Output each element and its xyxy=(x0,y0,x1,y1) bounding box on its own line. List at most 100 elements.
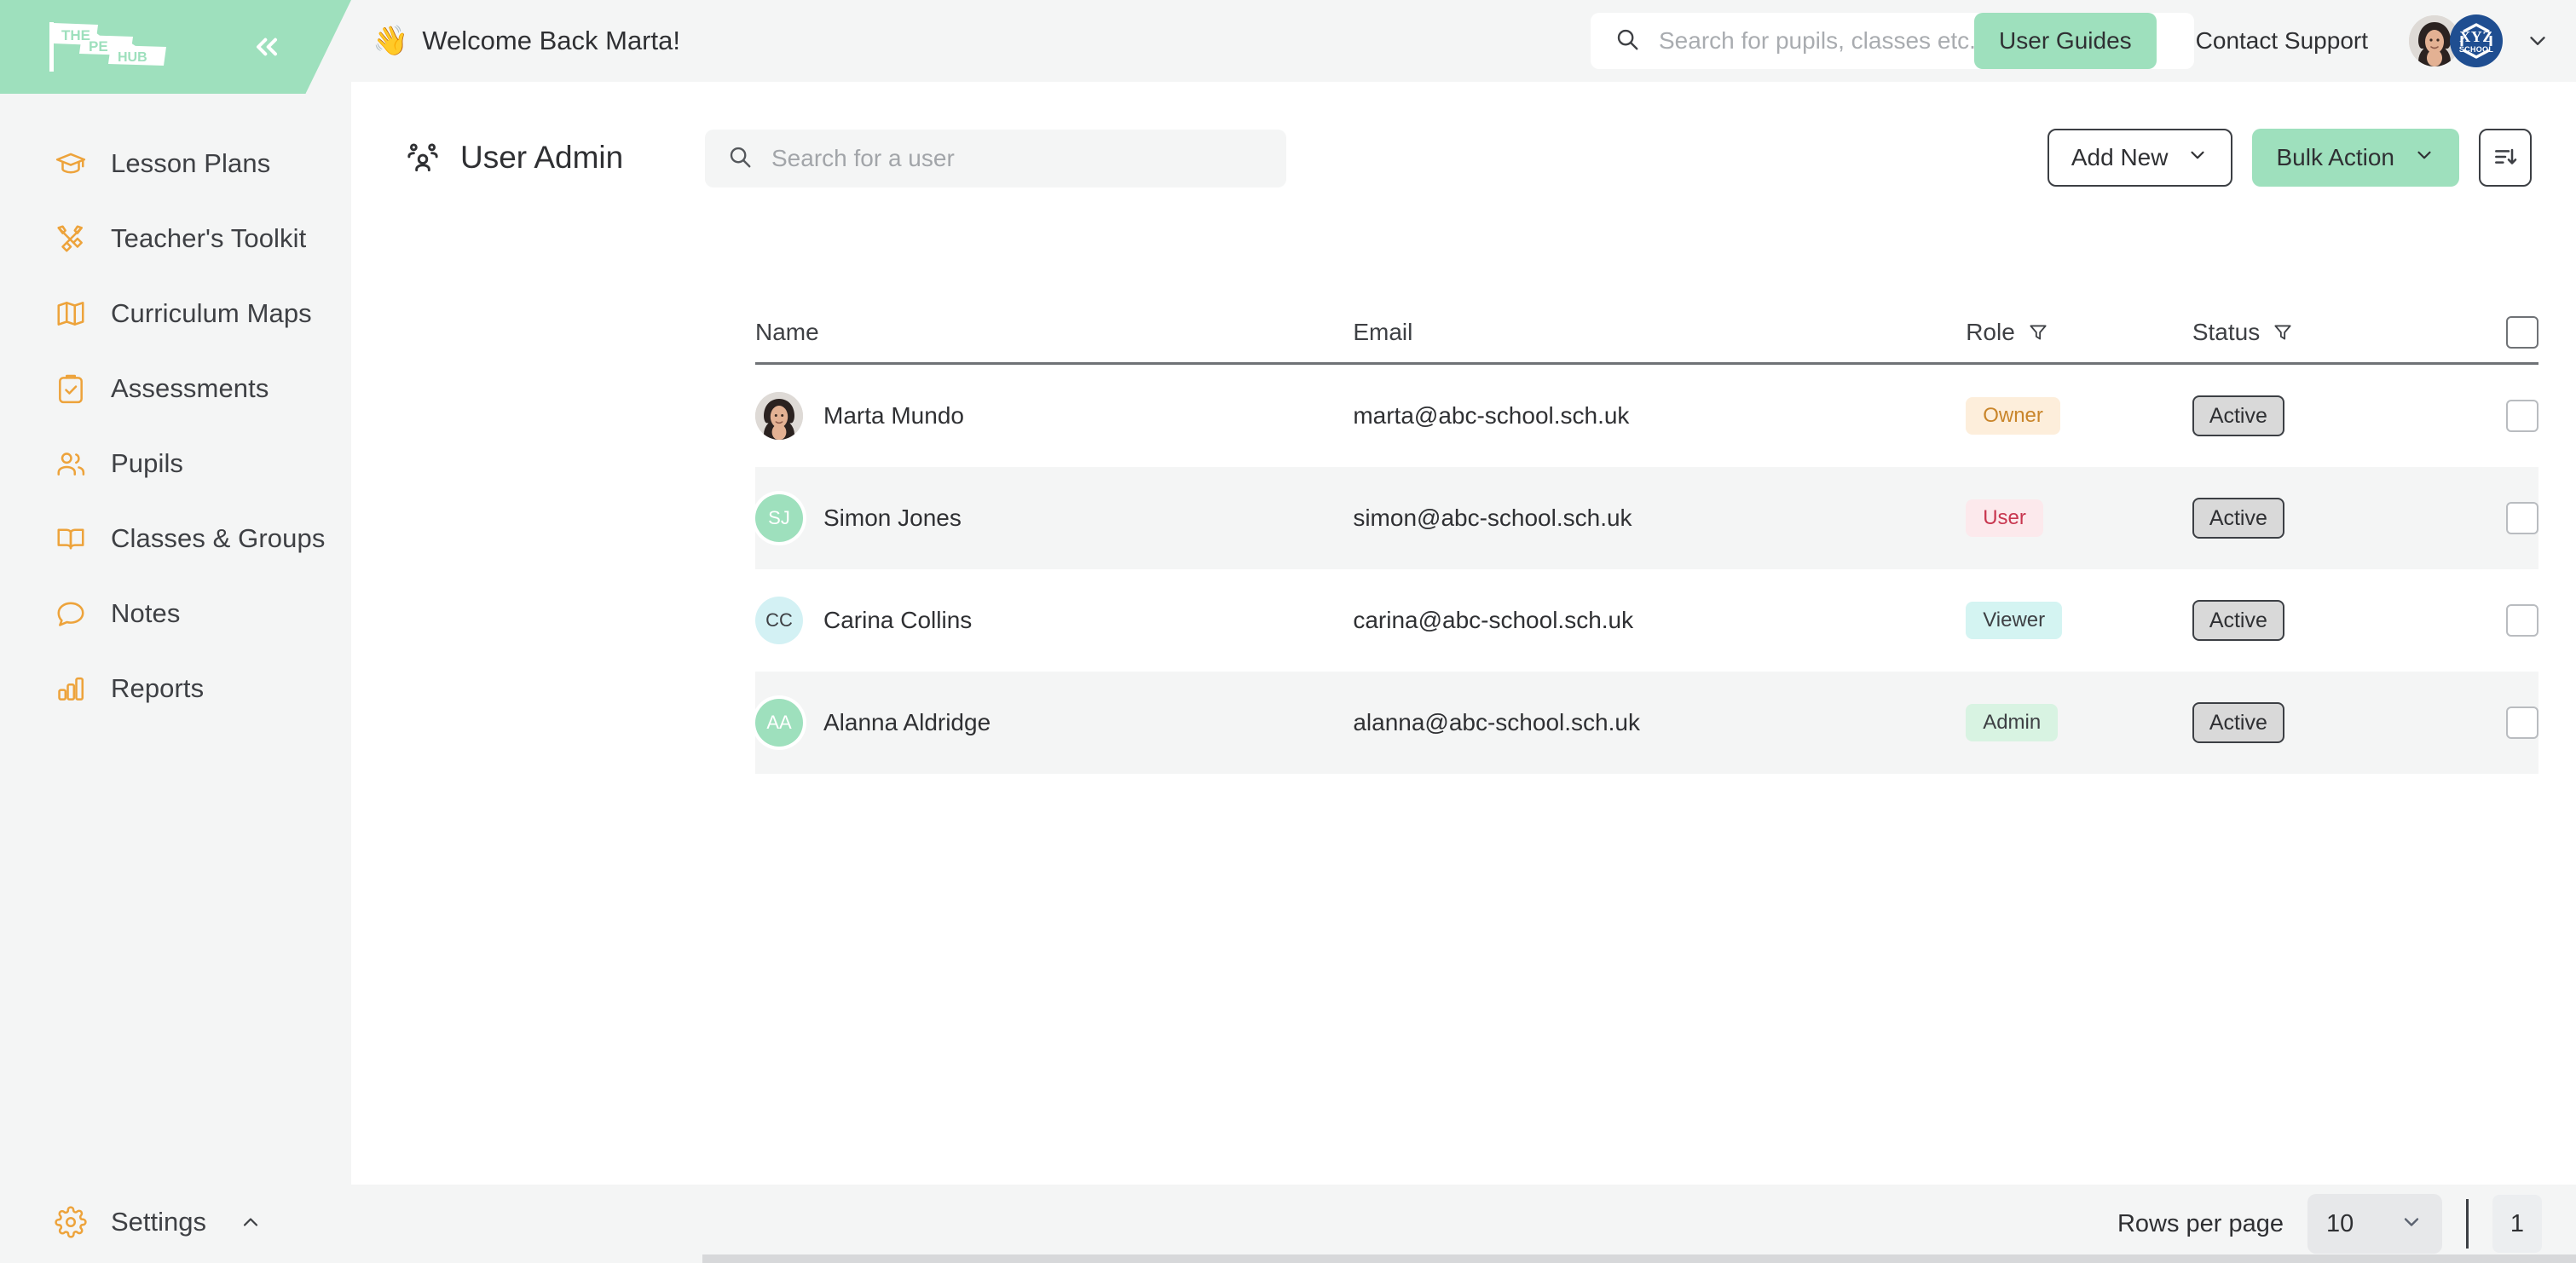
select-all-checkbox[interactable] xyxy=(2506,315,2538,349)
cell-role: Owner xyxy=(1966,397,2192,435)
graduation-cap-icon xyxy=(53,146,89,182)
sidebar-item-lesson-plans[interactable]: Lesson Plans xyxy=(0,126,351,201)
topbar-actions: User Guides Contact Support XYZ SCHOOL xyxy=(1974,0,2550,82)
status-badge[interactable]: Active xyxy=(2192,395,2284,436)
sidebar-item-label: Classes & Groups xyxy=(111,523,326,553)
chevron-down-icon xyxy=(2413,144,2435,172)
column-label: Email xyxy=(1353,318,1413,345)
bulk-action-button[interactable]: Bulk Action xyxy=(2252,129,2459,187)
cell-status: Active xyxy=(2192,702,2506,743)
chevron-down-icon xyxy=(2400,1210,2423,1238)
bar-chart-icon xyxy=(53,671,89,706)
sort-button[interactable] xyxy=(2479,129,2532,187)
row-checkbox[interactable] xyxy=(2506,604,2538,637)
cell-name: AA Alanna Aldridge xyxy=(755,699,1353,747)
status-badge[interactable]: Active xyxy=(2192,498,2284,539)
table-footer: Rows per page 10 1 xyxy=(351,1185,2576,1263)
bulk-action-label: Bulk Action xyxy=(2276,144,2394,170)
cell-role: Viewer xyxy=(1966,602,2192,639)
pe-hub-logo[interactable]: THE PE HUB xyxy=(44,17,185,77)
sidebar-item-curriculum-maps[interactable]: Curriculum Maps xyxy=(0,276,351,351)
cell-status: Active xyxy=(2192,498,2506,539)
row-checkbox[interactable] xyxy=(2506,400,2538,432)
row-checkbox[interactable] xyxy=(2506,706,2538,739)
role-badge: Viewer xyxy=(1966,602,2063,639)
page-title: User Admin xyxy=(460,140,624,175)
column-label: Status xyxy=(2192,318,2261,345)
chevron-up-icon[interactable] xyxy=(239,1210,263,1234)
sidebar-item-reports[interactable]: Reports xyxy=(0,651,351,726)
sidebar-item-assessments[interactable]: Assessments xyxy=(0,351,351,426)
content-area: 👋 Welcome Back Marta! User Guides Contac… xyxy=(351,0,2576,1263)
cell-name: Marta Mundo xyxy=(755,392,1353,440)
column-header-email[interactable]: Email xyxy=(1353,319,1966,346)
cell-email: alanna@abc-school.sch.uk xyxy=(1353,709,1640,735)
sidebar-item-notes[interactable]: Notes xyxy=(0,576,351,651)
open-book-icon xyxy=(53,521,89,557)
table-row[interactable]: CC Carina Collins carina@abc-school.sch.… xyxy=(755,569,2538,672)
account-avatars[interactable]: XYZ SCHOOL xyxy=(2409,14,2550,67)
rows-per-page-select[interactable]: 10 xyxy=(2307,1194,2442,1254)
sidebar-nav: Lesson Plans Teacher's Toolkit Curriculu… xyxy=(0,126,351,1181)
cell-name: SJ Simon Jones xyxy=(755,494,1353,542)
sidebar-item-label: Curriculum Maps xyxy=(111,298,312,328)
table-row[interactable]: AA Alanna Aldridge alanna@abc-school.sch… xyxy=(755,672,2538,774)
chevron-down-icon[interactable] xyxy=(2525,28,2550,54)
app-root: THE PE HUB Lesson Plans Teacher's Toolki… xyxy=(0,0,2576,1263)
column-label: Role xyxy=(1966,318,2015,345)
sidebar-item-pupils[interactable]: Pupils xyxy=(0,426,351,501)
add-new-button[interactable]: Add New xyxy=(2047,129,2233,187)
column-header-role[interactable]: Role xyxy=(1966,319,2192,346)
add-new-label: Add New xyxy=(2071,144,2169,170)
horizontal-scrollbar[interactable] xyxy=(702,1254,2576,1263)
contact-support-link[interactable]: Contact Support xyxy=(2196,27,2368,55)
page-title-wrap: User Admin xyxy=(404,139,623,176)
cell-select xyxy=(2506,400,2538,432)
sidebar-item-label: Notes xyxy=(111,598,181,628)
row-checkbox[interactable] xyxy=(2506,502,2538,534)
avatar: SJ xyxy=(755,494,803,542)
table-row[interactable]: SJ Simon Jones simon@abc-school.sch.uk U… xyxy=(755,467,2538,569)
sidebar-item-label: Teacher's Toolkit xyxy=(111,223,307,253)
cell-select xyxy=(2506,604,2538,637)
user-name: Marta Mundo xyxy=(823,402,964,429)
svg-text:PE: PE xyxy=(89,38,108,55)
avatar: AA xyxy=(755,699,803,747)
user-search-input[interactable] xyxy=(771,145,1264,172)
filter-icon[interactable] xyxy=(2027,321,2049,343)
collapse-sidebar-button[interactable] xyxy=(241,21,292,72)
tools-icon xyxy=(53,221,89,257)
sidebar-item-label: Lesson Plans xyxy=(111,148,271,178)
sidebar-item-teachers-toolkit[interactable]: Teacher's Toolkit xyxy=(0,201,351,276)
page-header: User Admin Add New xyxy=(351,126,2576,189)
current-page-box[interactable]: 1 xyxy=(2492,1195,2542,1253)
user-name: Carina Collins xyxy=(823,607,973,633)
school-badge[interactable]: XYZ SCHOOL xyxy=(2450,14,2503,67)
user-search[interactable] xyxy=(705,130,1286,187)
status-badge[interactable]: Active xyxy=(2192,702,2284,743)
user-name: Alanna Aldridge xyxy=(823,709,991,735)
cell-status: Active xyxy=(2192,395,2506,436)
svg-text:THE: THE xyxy=(61,27,90,43)
sidebar-item-classes-groups[interactable]: Classes & Groups xyxy=(0,501,351,576)
cell-select xyxy=(2506,502,2538,534)
cell-email: marta@abc-school.sch.uk xyxy=(1353,402,1630,429)
gear-icon xyxy=(53,1204,89,1240)
avatar xyxy=(755,392,803,440)
filter-icon[interactable] xyxy=(2272,321,2294,343)
logo-band: THE PE HUB xyxy=(0,0,351,94)
svg-text:HUB: HUB xyxy=(118,50,147,65)
column-header-status[interactable]: Status xyxy=(2192,319,2506,346)
sidebar: THE PE HUB Lesson Plans Teacher's Toolki… xyxy=(0,0,351,1263)
users-icon xyxy=(53,446,89,482)
sidebar-item-label: Reports xyxy=(111,673,205,703)
user-guides-button[interactable]: User Guides xyxy=(1974,13,2157,69)
welcome-text: Welcome Back Marta! xyxy=(422,26,680,55)
cell-name: CC Carina Collins xyxy=(755,597,1353,644)
column-header-name[interactable]: Name xyxy=(755,319,1353,346)
sidebar-item-settings[interactable]: Settings xyxy=(0,1181,351,1263)
page-body: User Admin Add New xyxy=(351,82,2576,1263)
cell-role: Admin xyxy=(1966,704,2192,741)
status-badge[interactable]: Active xyxy=(2192,600,2284,641)
table-row[interactable]: Marta Mundo marta@abc-school.sch.uk Owne… xyxy=(755,365,2538,467)
